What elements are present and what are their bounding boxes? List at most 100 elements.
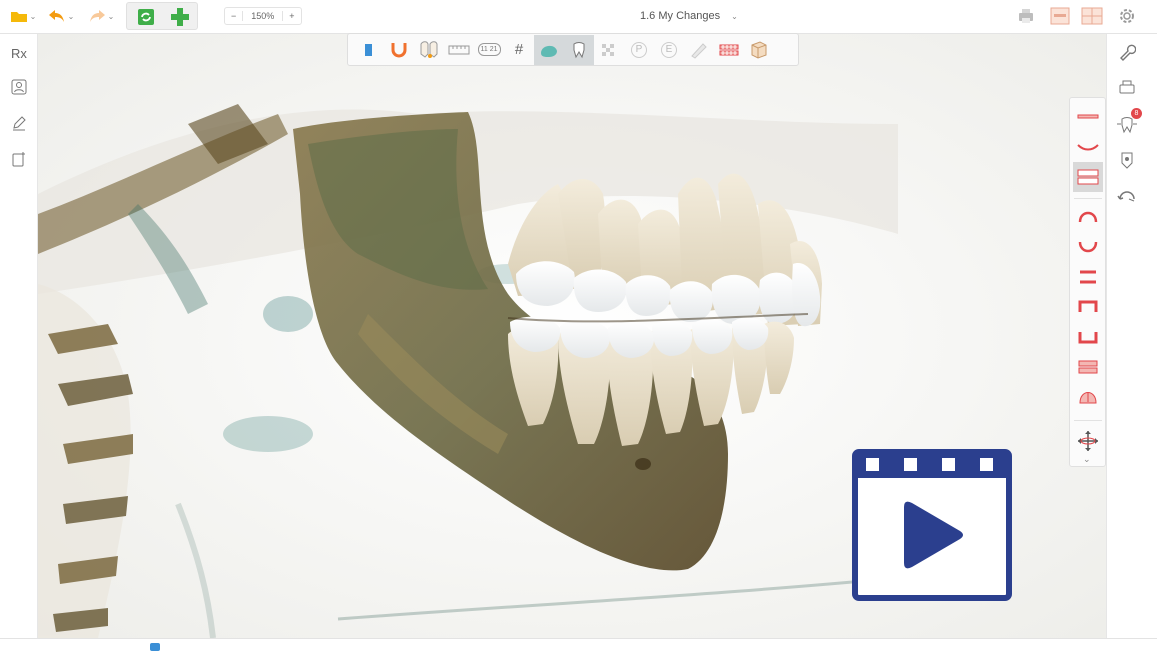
tool-segment[interactable] <box>354 35 384 65</box>
arch-front-lower-icon <box>1078 241 1098 253</box>
add-plus-icon[interactable] <box>169 6 191 28</box>
pencil-icon <box>13 116 26 131</box>
add-document-icon <box>12 152 25 167</box>
both-arches-icon <box>1077 169 1099 185</box>
print-button[interactable] <box>1014 4 1038 28</box>
timeline-marker[interactable] <box>150 643 160 651</box>
chevron-down-icon: ⌄ <box>731 12 738 21</box>
edit-notes-button[interactable] <box>8 112 30 134</box>
e-badge-icon: E <box>661 41 677 58</box>
jaw-lower-arch-button[interactable] <box>1073 132 1103 162</box>
tool-brush[interactable] <box>684 35 714 65</box>
chevron-down-icon: ⌄ <box>67 11 75 21</box>
zoom-out-button[interactable]: − <box>225 11 242 21</box>
redo-icon <box>89 10 105 22</box>
grid-icon: # <box>514 41 524 58</box>
sync-icon[interactable] <box>136 7 156 27</box>
dentures-icon <box>719 44 739 55</box>
jaw-both-arches-button[interactable] <box>1073 162 1103 192</box>
open-folder-button[interactable]: ⌄ <box>6 4 40 28</box>
gear-icon <box>1120 9 1134 23</box>
print-box-icon <box>1119 80 1135 94</box>
tool-ruler[interactable] <box>444 35 474 65</box>
jaw-view-upper-open[interactable] <box>1073 292 1103 322</box>
single-view-button[interactable] <box>1048 4 1072 28</box>
tooth-icon <box>573 41 585 58</box>
tool-tooth-pair[interactable] <box>414 35 444 65</box>
chevron-down-icon: ⌄ <box>107 11 115 21</box>
tool-tooth-view[interactable] <box>564 34 594 65</box>
jaw-upper-arch-button[interactable] <box>1073 102 1103 132</box>
lower-arch-icon <box>1077 144 1099 151</box>
tool-grid[interactable]: # <box>504 35 534 65</box>
prescription-icon: Rx <box>11 45 27 61</box>
arch-icon <box>391 42 407 57</box>
jaw-view-lower-open[interactable] <box>1073 322 1103 352</box>
arch-front-upper-icon <box>1078 211 1098 223</box>
document-title: 1.6 My Changes <box>640 10 721 22</box>
jaw-view-front-upper[interactable] <box>1073 202 1103 232</box>
segment-icon <box>365 43 372 56</box>
top-toolbar: ⌄ ⌄ ⌄ − 150% + 1.6 My Changes ⌄ <box>0 0 1157 34</box>
wrench-icon <box>1120 44 1136 61</box>
tool-p[interactable]: P <box>624 35 654 65</box>
model-box-icon <box>751 40 767 59</box>
left-sidebar: Rx <box>0 34 38 638</box>
toolbar-divider <box>1074 198 1102 199</box>
tools-wrench-button[interactable] <box>1115 40 1139 64</box>
volume-skull-icon <box>541 45 557 57</box>
split-layout-icon <box>1081 7 1103 25</box>
prescription-button[interactable]: Rx <box>8 42 30 64</box>
jaw-view-palate[interactable] <box>1073 382 1103 412</box>
side-both-icon <box>1080 270 1096 284</box>
add-scan-button[interactable] <box>8 148 30 170</box>
jaw-view-toolbar: ⌄ <box>1069 97 1106 467</box>
export-button[interactable] <box>1115 76 1139 100</box>
settings-button[interactable] <box>1115 4 1139 28</box>
upper-arch-icon <box>1077 114 1099 119</box>
ruler-icon <box>448 45 470 54</box>
tool-volume[interactable] <box>534 34 564 65</box>
implant-numbers-icon: 11 21 <box>477 43 501 56</box>
rotate-view-button[interactable] <box>1115 184 1139 208</box>
document-title-dropdown[interactable]: 1.6 My Changes ⌄ <box>640 10 738 22</box>
rotate-icon <box>1117 191 1135 202</box>
palate-icon <box>1079 392 1097 404</box>
split-view-button[interactable] <box>1080 4 1104 28</box>
zoom-in-button[interactable]: + <box>283 11 300 21</box>
tool-checker[interactable] <box>594 35 624 65</box>
tool-implant-numbers[interactable]: 11 21 <box>474 35 504 65</box>
tooth-alerts-button[interactable]: 8 <box>1115 108 1142 136</box>
zoom-level[interactable]: 150% <box>242 11 284 21</box>
brush-icon <box>691 42 707 59</box>
sync-button-group <box>126 2 198 30</box>
jaw-orientation-button[interactable] <box>1073 426 1103 456</box>
jaw-view-occlusion[interactable] <box>1073 352 1103 382</box>
lower-open-icon <box>1078 332 1098 344</box>
play-video-button[interactable] <box>852 449 1012 601</box>
tool-arch[interactable] <box>384 35 414 65</box>
window-edge <box>1146 34 1157 638</box>
upper-open-icon <box>1078 300 1098 312</box>
jaw-view-side-both[interactable] <box>1073 262 1103 292</box>
implant-button[interactable] <box>1115 148 1139 172</box>
undo-button[interactable]: ⌄ <box>44 4 78 28</box>
undo-icon <box>48 10 64 22</box>
jaw-view-front-lower[interactable] <box>1073 232 1103 262</box>
patient-card-icon <box>11 79 27 95</box>
chevron-down-icon[interactable]: ⌄ <box>1083 454 1091 465</box>
p-badge-icon: P <box>631 41 647 58</box>
single-layout-icon <box>1050 7 1070 25</box>
tool-e[interactable]: E <box>654 35 684 65</box>
tool-dentures[interactable] <box>714 35 744 65</box>
patient-info-button[interactable] <box>8 76 30 98</box>
teeth-pair-icon <box>420 40 438 58</box>
video-play-icon <box>852 449 1012 601</box>
notification-badge: 8 <box>1131 108 1142 119</box>
zoom-control: − 150% + <box>224 7 302 25</box>
view-tool-palette: 11 21 # P E <box>347 33 799 66</box>
tool-model-box[interactable] <box>744 35 774 65</box>
redo-button[interactable]: ⌄ <box>84 4 118 28</box>
bottom-timeline-strip <box>0 638 1157 665</box>
right-sidebar: 8 <box>1106 34 1146 638</box>
